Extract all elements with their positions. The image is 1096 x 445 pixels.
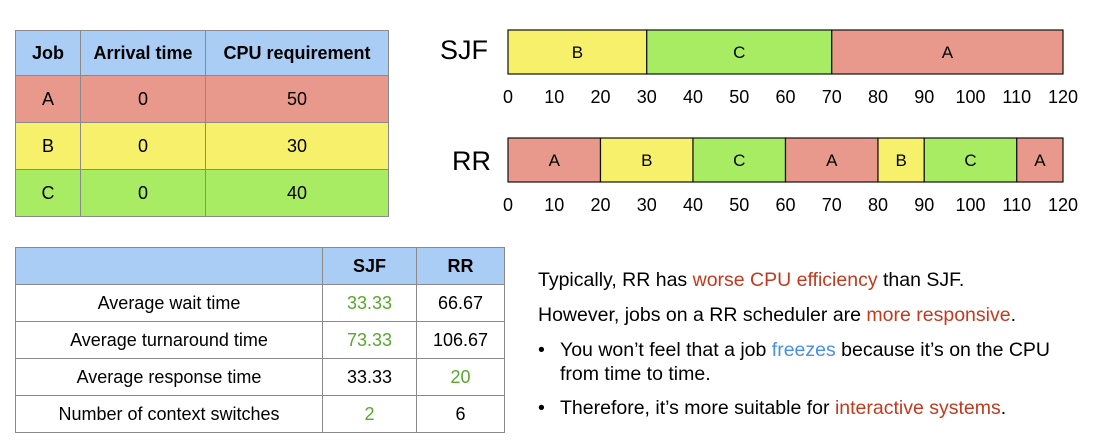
note-text: than SJF. bbox=[877, 269, 965, 291]
job-row-c: C 0 40 bbox=[15, 169, 389, 217]
job-name: A bbox=[15, 75, 81, 123]
gantt-tick-label: 40 bbox=[683, 87, 703, 107]
job-cpu: 50 bbox=[205, 75, 389, 123]
gantt-tick-label: 10 bbox=[544, 195, 564, 215]
metric-name: Average turnaround time bbox=[15, 321, 323, 359]
gantt-tick-label: 70 bbox=[822, 195, 842, 215]
highlight-interactive-systems: interactive systems bbox=[834, 397, 1001, 419]
metrics-row: Number of context switches 2 6 bbox=[15, 395, 505, 433]
job-name: C bbox=[15, 169, 81, 217]
gantt-tick-label: 10 bbox=[544, 87, 564, 107]
gantt-segment-label: A bbox=[1034, 151, 1046, 170]
note-bullets: • You won’t feel that a job freezes becau… bbox=[538, 338, 1088, 420]
gantt-tick-label: 50 bbox=[729, 87, 749, 107]
highlight-more-responsive: more responsive bbox=[866, 304, 1011, 326]
gantt-tick-label: 90 bbox=[914, 195, 934, 215]
metric-rr-value: 66.67 bbox=[416, 284, 505, 322]
gantt-tick-label: 20 bbox=[590, 195, 610, 215]
metric-sjf-value: 33.33 bbox=[322, 284, 417, 322]
job-row-a: A 0 50 bbox=[15, 75, 389, 123]
metric-sjf-value: 73.33 bbox=[322, 321, 417, 359]
metric-rr-value: 20 bbox=[416, 358, 505, 396]
metric-rr-value: 106.67 bbox=[416, 321, 505, 359]
gantt-tick-label: 60 bbox=[775, 195, 795, 215]
metrics-row: Average response time 33.33 20 bbox=[15, 358, 505, 396]
gantt-tick-label: 110 bbox=[1002, 87, 1031, 107]
gantt-tick-label: 0 bbox=[503, 195, 513, 215]
rr-chart-title: RR bbox=[452, 146, 491, 176]
note-cpu-efficiency: Typically, RR has worse CPU efficiency t… bbox=[538, 268, 1088, 292]
header-rr: RR bbox=[416, 247, 505, 285]
gantt-tick-label: 20 bbox=[590, 87, 610, 107]
note-text: Therefore, it’s more suitable for bbox=[560, 397, 835, 419]
job-cpu: 30 bbox=[205, 122, 389, 170]
gantt-tick-label: 40 bbox=[683, 195, 703, 215]
gantt-tick-label: 90 bbox=[914, 87, 934, 107]
job-arrival: 0 bbox=[80, 169, 206, 217]
notes-block: Typically, RR has worse CPU efficiency t… bbox=[538, 268, 1088, 430]
header-arrival-time: Arrival time bbox=[80, 30, 206, 76]
metrics-row: Average turnaround time 73.33 106.67 bbox=[15, 321, 505, 359]
note-text: . bbox=[1010, 304, 1016, 326]
metric-sjf-value: 33.33 bbox=[322, 358, 417, 396]
gantt-tick-label: 50 bbox=[729, 195, 749, 215]
gantt-segment-label: B bbox=[895, 151, 906, 170]
metric-name: Number of context switches bbox=[15, 395, 323, 433]
gantt-segment-label: C bbox=[733, 43, 745, 62]
metrics-table: SJF RR Average wait time 33.33 66.67 Ave… bbox=[15, 247, 505, 433]
metric-name: Average response time bbox=[15, 358, 323, 396]
gantt-tick-label: 100 bbox=[955, 87, 985, 107]
gantt-tick-label: 80 bbox=[868, 87, 888, 107]
note-text: . bbox=[1000, 397, 1007, 419]
gantt-segment-label: C bbox=[733, 151, 745, 170]
header-job: Job bbox=[15, 30, 81, 76]
job-arrival: 0 bbox=[80, 75, 206, 123]
rr-gantt-chart: A B C A B C A 0 10 20 30 40 50 60 70 80 90 100 110 120 bbox=[503, 137, 1078, 215]
sjf-gantt-chart: B C A 0 10 20 30 40 50 60 70 80 90 100 110 120 bbox=[503, 29, 1078, 107]
job-name: B bbox=[15, 122, 81, 170]
highlight-freezes: freezes bbox=[771, 339, 836, 361]
note-text: However, jobs on a RR scheduler are bbox=[538, 304, 867, 326]
metric-name: Average wait time bbox=[15, 284, 323, 322]
metrics-header-row: SJF RR bbox=[15, 247, 505, 285]
job-table: Job Arrival time CPU requirement A 0 50 … bbox=[15, 30, 389, 217]
gantt-tick-label: 80 bbox=[868, 195, 888, 215]
gantt-segment-label: A bbox=[942, 43, 954, 62]
note-text: Typically, RR has bbox=[538, 269, 693, 291]
gantt-tick-label: 0 bbox=[503, 87, 513, 107]
bullet-icon: • bbox=[538, 339, 545, 361]
job-cpu: 40 bbox=[205, 169, 389, 217]
note-text: You won’t feel that a job bbox=[560, 339, 772, 361]
gantt-tick-label: 30 bbox=[637, 87, 657, 107]
gantt-tick-label: 30 bbox=[637, 195, 657, 215]
gantt-tick-label: 70 bbox=[822, 87, 842, 107]
gantt-tick-label: 60 bbox=[775, 87, 795, 107]
job-table-header-row: Job Arrival time CPU requirement bbox=[15, 30, 389, 76]
bullet-interactive: • Therefore, it’s more suitable for inter… bbox=[538, 396, 1088, 420]
gantt-tick-label: 120 bbox=[1048, 195, 1078, 215]
header-metric bbox=[15, 247, 323, 285]
job-arrival: 0 bbox=[80, 122, 206, 170]
metrics-row: Average wait time 33.33 66.67 bbox=[15, 284, 505, 322]
gantt-segment-label: C bbox=[964, 151, 976, 170]
sjf-chart-title: SJF bbox=[440, 35, 489, 65]
gantt-segment-label: A bbox=[549, 151, 561, 170]
job-row-b: B 0 30 bbox=[15, 122, 389, 170]
note-responsiveness: However, jobs on a RR scheduler are more… bbox=[538, 303, 1088, 327]
highlight-worse-cpu-efficiency: worse CPU efficiency bbox=[692, 269, 878, 291]
metric-rr-value: 6 bbox=[416, 395, 505, 433]
gantt-tick-label: 120 bbox=[1048, 87, 1078, 107]
gantt-segment-label: B bbox=[572, 43, 583, 62]
gantt-tick-label: 100 bbox=[955, 195, 985, 215]
header-cpu-requirement: CPU requirement bbox=[205, 30, 389, 76]
metric-sjf-value: 2 bbox=[322, 395, 417, 433]
gantt-tick-label: 110 bbox=[1002, 195, 1031, 215]
bullet-icon: • bbox=[538, 397, 545, 419]
bullet-freezes: • You won’t feel that a job freezes becau… bbox=[538, 338, 1088, 386]
gantt-segment-label: A bbox=[826, 151, 838, 170]
header-sjf: SJF bbox=[322, 247, 417, 285]
gantt-segment-label: B bbox=[641, 151, 652, 170]
